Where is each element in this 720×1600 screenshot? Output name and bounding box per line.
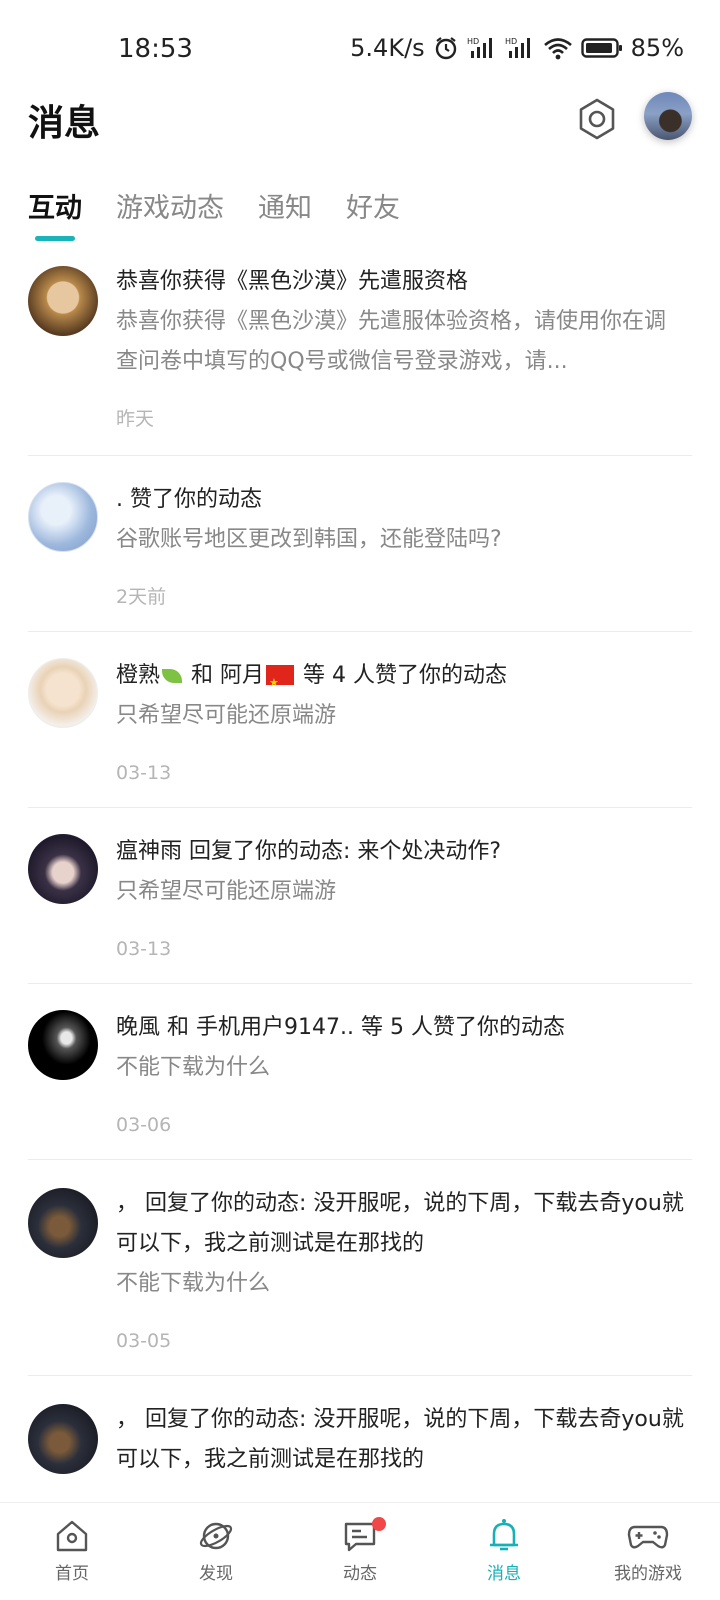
messages-page: 18:53 5.4K/s HD HD 85% 消息 互动 游戏动态 通知 好友 …: [0, 0, 720, 1600]
wifi-icon: [543, 36, 573, 60]
title-text: 等 4 人赞了你的动态: [296, 663, 507, 688]
list-item[interactable]: 恭喜你获得《黑色沙漠》先遣服资格 恭喜你获得《黑色沙漠》先遣服体验资格，请使用你…: [0, 250, 720, 456]
status-time: 18:53: [118, 34, 193, 64]
message-content: 恭喜你获得《黑色沙漠》先遣服资格 恭喜你获得《黑色沙漠》先遣服体验资格，请使用你…: [116, 262, 686, 434]
avatar[interactable]: [28, 1010, 98, 1080]
nav-messages[interactable]: 消息: [432, 1503, 576, 1600]
message-time: 03-13: [116, 762, 172, 784]
tab-label: 好友: [346, 193, 400, 224]
bottom-navigation: 首页 发现 动态 消息 我的游戏: [0, 1502, 720, 1600]
nav-label: 首页: [55, 1564, 89, 1584]
active-tab-indicator: [35, 236, 75, 241]
nav-feed[interactable]: 动态: [288, 1503, 432, 1600]
message-content: ， 回复了你的动态: 没开服呢，说的下周，下载去奇you就可以下，我之前测试是在…: [116, 1400, 686, 1480]
avatar[interactable]: [28, 1404, 98, 1474]
china-flag-emoji-icon: [266, 663, 295, 703]
bell-icon: [490, 1519, 518, 1551]
list-item[interactable]: 瘟神雨 回复了你的动态: 来个处决动作? 只希望尽可能还原端游 03-13: [0, 808, 720, 984]
message-time: 2天前: [116, 586, 167, 608]
message-title: . 赞了你的动态: [116, 487, 262, 512]
title-text: 和 阿月: [184, 663, 265, 688]
list-item[interactable]: ， 回复了你的动态: 没开服呢，说的下周，下载去奇you就可以下，我之前测试是在…: [0, 1160, 720, 1376]
tab-notifications[interactable]: 通知: [258, 184, 312, 244]
nav-label: 动态: [343, 1564, 377, 1584]
signal-hd-icon: HD: [467, 35, 497, 61]
message-list: 恭喜你获得《黑色沙漠》先遣服资格 恭喜你获得《黑色沙漠》先遣服体验资格，请使用你…: [0, 250, 720, 1500]
message-title: 恭喜你获得《黑色沙漠》先遣服资格: [116, 269, 469, 294]
message-desc: 不能下载为什么: [116, 1271, 271, 1296]
tab-label: 游戏动态: [116, 193, 224, 224]
message-title: ， 回复了你的动态: 没开服呢，说的下周，下载去奇you就可以下，我之前测试是在…: [116, 1407, 684, 1472]
user-avatar[interactable]: [644, 92, 692, 140]
message-title: ， 回复了你的动态: 没开服呢，说的下周，下载去奇you就可以下，我之前测试是在…: [116, 1191, 684, 1256]
message-content: 瘟神雨 回复了你的动态: 来个处决动作? 只希望尽可能还原端游 03-13: [116, 832, 686, 964]
notification-badge: [372, 1517, 386, 1531]
nav-home[interactable]: 首页: [0, 1503, 144, 1600]
list-item[interactable]: 橙熟 和 阿月 等 4 人赞了你的动态 只希望尽可能还原端游 03-13: [0, 632, 720, 808]
message-title: 瘟神雨 回复了你的动态: 来个处决动作?: [116, 839, 502, 864]
message-title: 晚風 和 手机用户9147.. 等 5 人赞了你的动态: [116, 1015, 565, 1040]
tab-friends[interactable]: 好友: [346, 184, 400, 244]
nav-label: 发现: [199, 1564, 233, 1584]
message-title: 橙熟 和 阿月 等 4 人赞了你的动态: [116, 656, 686, 703]
message-time: 03-13: [116, 938, 172, 960]
avatar[interactable]: [28, 834, 98, 904]
username: 橙熟: [116, 663, 161, 688]
status-bar: 18:53 5.4K/s HD HD 85%: [0, 0, 720, 96]
avatar[interactable]: [28, 266, 98, 336]
discover-icon: [199, 1522, 233, 1550]
page-title: 消息: [28, 103, 101, 144]
tab-interaction[interactable]: 互动: [28, 184, 82, 244]
svg-text:HD: HD: [505, 37, 517, 46]
battery-icon: [580, 37, 623, 59]
nav-my-games[interactable]: 我的游戏: [576, 1503, 720, 1600]
network-speed: 5.4K/s: [350, 34, 425, 62]
nav-label: 消息: [487, 1564, 521, 1584]
avatar[interactable]: [28, 1188, 98, 1258]
leaf-emoji-icon: [162, 669, 183, 683]
message-desc: 只希望尽可能还原端游: [116, 879, 337, 904]
battery-percent: 85%: [630, 34, 684, 62]
home-icon: [56, 1520, 88, 1552]
message-desc: 不能下载为什么: [116, 1055, 271, 1080]
message-content: . 赞了你的动态 谷歌账号地区更改到韩国，还能登陆吗? 2天前: [116, 480, 686, 612]
tab-label: 通知: [258, 193, 312, 224]
message-tabs: 互动 游戏动态 通知 好友: [28, 184, 400, 244]
message-content: 橙熟 和 阿月 等 4 人赞了你的动态 只希望尽可能还原端游 03-13: [116, 656, 686, 788]
svg-text:HD: HD: [467, 37, 479, 46]
nav-discover[interactable]: 发现: [144, 1503, 288, 1600]
message-time: 03-06: [116, 1114, 172, 1136]
message-content: ， 回复了你的动态: 没开服呢，说的下周，下载去奇you就可以下，我之前测试是在…: [116, 1184, 686, 1356]
status-indicators: 5.4K/s HD HD 85%: [350, 30, 684, 66]
nav-label: 我的游戏: [614, 1564, 682, 1584]
message-desc: 恭喜你获得《黑色沙漠》先遣服体验资格，请使用你在调查问卷中填写的QQ号或微信号登…: [116, 309, 667, 374]
tab-label: 互动: [28, 193, 82, 224]
gear-icon: [579, 98, 615, 140]
list-item[interactable]: ， 回复了你的动态: 没开服呢，说的下周，下载去奇you就可以下，我之前测试是在…: [0, 1376, 720, 1500]
message-desc: 只希望尽可能还原端游: [116, 703, 337, 728]
avatar[interactable]: [28, 482, 98, 552]
tab-game-updates[interactable]: 游戏动态: [116, 184, 224, 244]
message-content: 晚風 和 手机用户9147.. 等 5 人赞了你的动态 不能下载为什么 03-0…: [116, 1008, 686, 1140]
signal-hd-icon: HD: [505, 35, 535, 61]
message-time: 昨天: [116, 408, 155, 430]
list-item[interactable]: . 赞了你的动态 谷歌账号地区更改到韩国，还能登陆吗? 2天前: [0, 456, 720, 632]
message-desc: 谷歌账号地区更改到韩国，还能登陆吗?: [116, 527, 502, 552]
gamepad-icon: [627, 1525, 669, 1549]
settings-button[interactable]: [574, 96, 620, 142]
avatar[interactable]: [28, 658, 98, 728]
alarm-icon: [433, 35, 459, 61]
list-item[interactable]: 晚風 和 手机用户9147.. 等 5 人赞了你的动态 不能下载为什么 03-0…: [0, 984, 720, 1160]
message-time: 03-05: [116, 1330, 172, 1352]
